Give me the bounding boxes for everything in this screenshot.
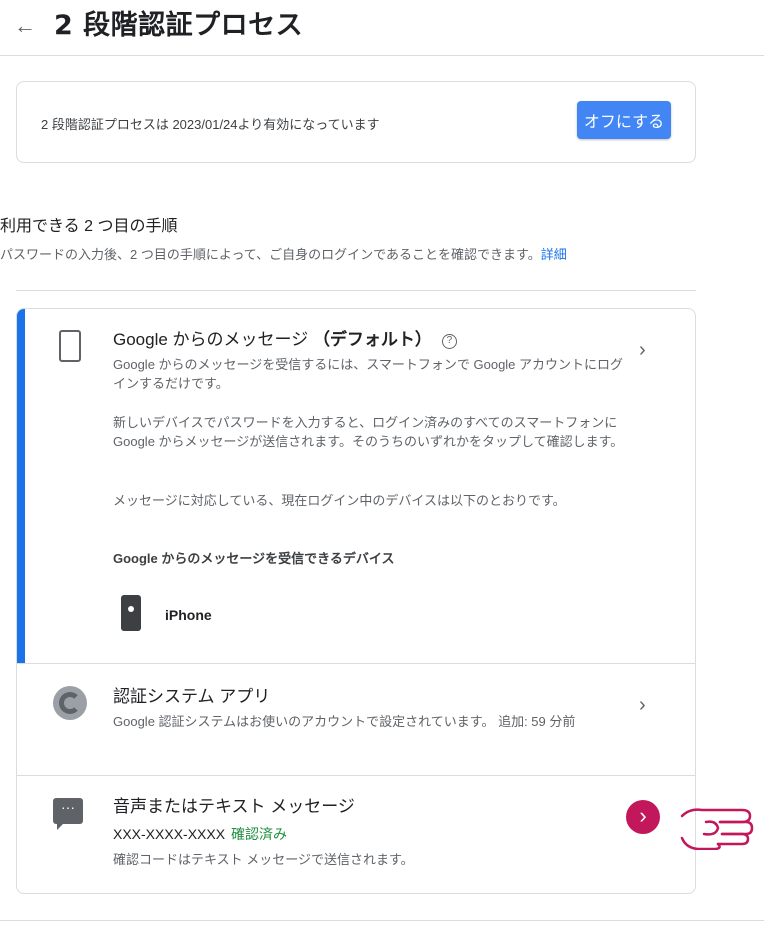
method-title: Google からのメッセージ （デフォルト）?: [113, 325, 457, 350]
method-desc-3: メッセージに対応している、現在ログイン中のデバイスは以下のとおりです。: [113, 493, 566, 508]
chevron-right-highlight-button[interactable]: ›: [626, 800, 660, 834]
method-authenticator[interactable]: 認証システム アプリ Google 認証システムはお使いのアカウントで設定されて…: [17, 663, 695, 775]
smartphone-icon: [59, 330, 81, 362]
details-link[interactable]: 詳細: [541, 247, 567, 262]
section-heading: 利用できる 2 つ目の手順: [0, 218, 178, 235]
sms-icon: ···: [53, 798, 83, 830]
method-desc-1: Google からのメッセージを受信するには、スマートフォンで Google ア…: [113, 357, 624, 391]
authenticator-ring: [59, 692, 81, 714]
status-card: 2 段階認証プロセスは 2023/01/24より有効になっています オフにする: [16, 81, 696, 163]
turn-off-button[interactable]: オフにする: [577, 101, 671, 139]
devices-heading: Google からのメッセージを受信できるデバイス: [113, 551, 395, 566]
chevron-right-icon[interactable]: ›: [639, 694, 646, 717]
method-desc: Google 認証システムはお使いのアカウントで設定されています。 追加: 59…: [113, 714, 576, 729]
page-header: ← 2 段階認証プロセス: [0, 0, 764, 56]
section-subtitle: パスワードの入力後、2 つ目の手順によって、ご自身のログインであることを確認でき…: [0, 244, 567, 263]
pointing-hand-icon: [680, 808, 754, 850]
verified-badge: 確認済み: [231, 826, 288, 842]
phone-number: XXX-XXXX-XXXX 確認済み: [113, 824, 287, 844]
method-title-default: （デフォルト）: [312, 330, 432, 349]
chevron-right-icon[interactable]: ›: [639, 339, 646, 362]
method-google-prompt[interactable]: Google からのメッセージ （デフォルト）? Google からのメッセージ…: [17, 309, 695, 663]
arrow-left-icon[interactable]: ←: [14, 10, 36, 42]
method-title: 認証システム アプリ: [113, 687, 271, 706]
device-name: iPhone: [165, 607, 212, 623]
method-voice-text[interactable]: ··· 音声またはテキスト メッセージ XXX-XXXX-XXXX 確認済み 確認…: [17, 775, 695, 893]
section-subtitle-text: パスワードの入力後、2 つ目の手順によって、ご自身のログインであることを確認でき…: [0, 247, 541, 262]
authenticator-icon: [53, 686, 87, 720]
help-icon[interactable]: ?: [441, 334, 457, 349]
methods-card: Google からのメッセージ （デフォルト）? Google からのメッセージ…: [16, 308, 696, 894]
phone-number-text: XXX-XXXX-XXXX: [113, 826, 226, 842]
status-text: 2 段階認証プロセスは 2023/01/24より有効になっています: [41, 117, 380, 132]
method-desc-2: 新しいデバイスでパスワードを入力すると、ログイン済みのすべてのスマートフォンに …: [113, 415, 624, 449]
page-title: 2 段階認証プロセス: [54, 10, 304, 41]
method-desc: 確認コードはテキスト メッセージで送信されます。: [113, 852, 414, 867]
method-title-text: Google からのメッセージ: [113, 330, 309, 349]
iphone-device-icon: [121, 595, 141, 631]
bottom-divider: [0, 920, 764, 921]
method-title: 音声またはテキスト メッセージ: [113, 797, 355, 816]
divider: [16, 290, 696, 291]
